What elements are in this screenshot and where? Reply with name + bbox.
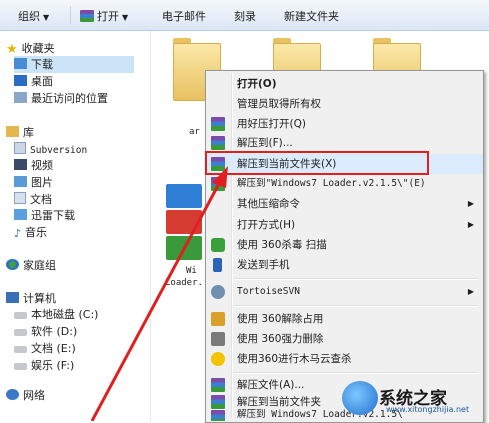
arrow-shaft xyxy=(90,177,224,421)
watermark-url: www.xitongzhijia.net xyxy=(386,405,470,414)
arrow-head xyxy=(212,166,228,188)
xitongzhijia-logo-icon xyxy=(342,381,378,415)
annotation-arrow xyxy=(90,166,228,421)
watermark-logo: 系统之家 www.xitongzhijia.net xyxy=(340,375,489,421)
